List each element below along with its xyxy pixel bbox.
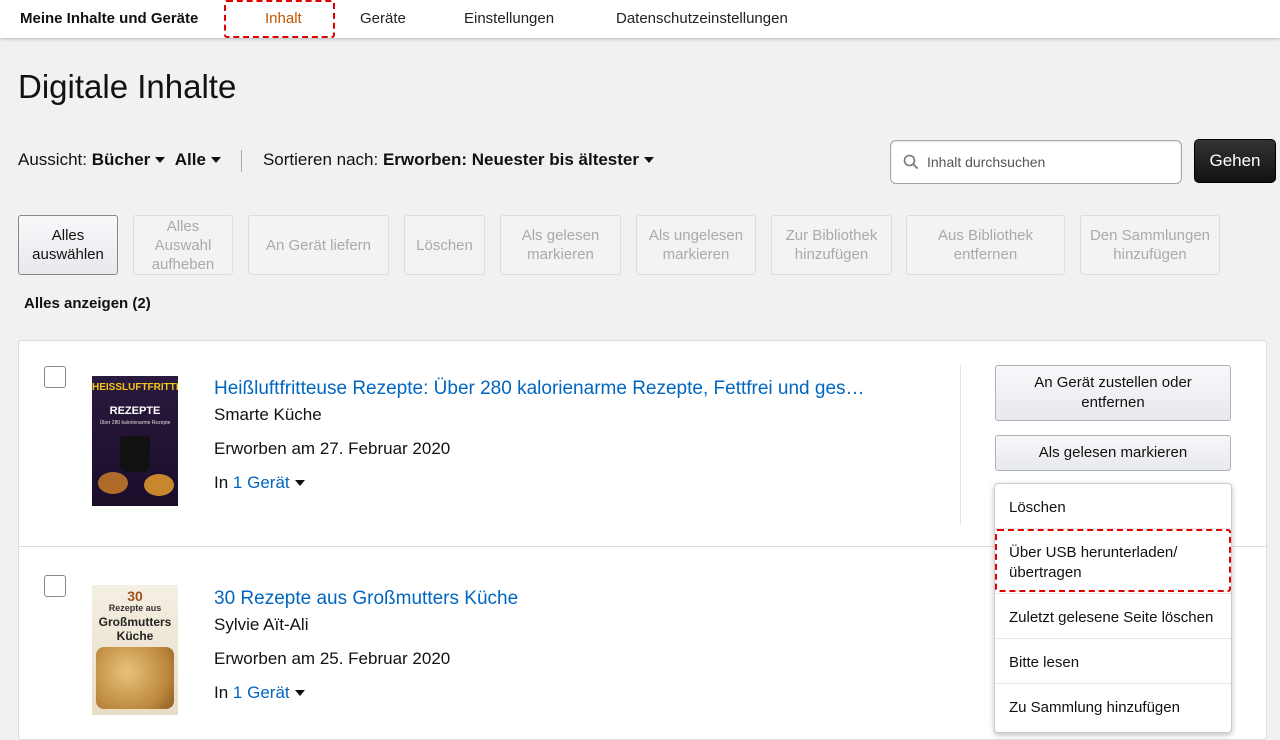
page-title: Digitale Inhalte <box>18 68 237 105</box>
devices-info: In 1 Gerät <box>214 683 305 703</box>
chevron-down-icon <box>294 479 305 486</box>
chevron-down-icon <box>644 156 654 163</box>
search-icon <box>903 154 919 170</box>
food-image <box>144 474 174 496</box>
mark-as-read-button[interactable]: Als gelesen markieren <box>995 435 1231 471</box>
search-input[interactable] <box>925 153 1169 171</box>
menu-item-add-to-collection[interactable]: Zu Sammlung hinzufügen <box>1009 698 1180 718</box>
column-divider <box>960 365 961 525</box>
add-to-library-button[interactable]: Zur Bibliothek hinzufügen <box>771 215 892 275</box>
go-button[interactable]: Gehen <box>1194 139 1276 183</box>
scope-dropdown[interactable]: Alle <box>175 150 221 170</box>
tab-datenschutzeinstellungen[interactable]: Datenschutzeinstellungen <box>616 10 788 27</box>
menu-item-delete[interactable]: Löschen <box>1009 498 1066 518</box>
devices-dropdown[interactable]: 1 Gerät <box>233 473 305 492</box>
chevron-down-icon <box>294 689 305 696</box>
devices-dropdown[interactable]: 1 Gerät <box>233 683 305 702</box>
remove-from-library-button[interactable]: Aus Bibliothek entfernen <box>906 215 1065 275</box>
highlight-tab-inhalt <box>224 0 335 38</box>
highlight-usb-download <box>995 529 1231 592</box>
nav-brand[interactable]: Meine Inhalte und Geräte <box>20 10 198 27</box>
air-fryer-image <box>120 436 150 472</box>
filter-bar: Aussicht: Bücher Alle Sortieren nach: Er… <box>18 150 654 170</box>
book-title-link[interactable]: 30 Rezepte aus Großmutters Küche <box>214 588 518 610</box>
item-checkbox[interactable] <box>44 366 66 388</box>
show-all-count: Alles anzeigen (2) <box>24 295 151 312</box>
menu-item-please-read[interactable]: Bitte lesen <box>1009 653 1079 673</box>
sort-dropdown[interactable]: Erworben: Neuester bis ältester <box>383 150 654 170</box>
deselect-all-button[interactable]: Alles Auswahl aufheben <box>133 215 233 275</box>
menu-item-clear-last-page[interactable]: Zuletzt gelesene Seite löschen <box>1009 608 1213 628</box>
tab-geraete[interactable]: Geräte <box>360 10 406 27</box>
top-nav: Meine Inhalte und Geräte Inhalt Geräte E… <box>0 0 1280 38</box>
mark-unread-button[interactable]: Als ungelesen markieren <box>636 215 756 275</box>
delete-button[interactable]: Löschen <box>404 215 485 275</box>
add-to-collections-button[interactable]: Den Sammlungen hinzufügen <box>1080 215 1220 275</box>
food-image <box>96 647 174 709</box>
item-checkbox[interactable] <box>44 575 66 597</box>
chevron-down-icon <box>210 156 221 163</box>
deliver-to-device-button[interactable]: An Gerät liefern <box>248 215 389 275</box>
book-author: Sylvie Aït-Ali <box>214 615 309 634</box>
deliver-or-remove-button[interactable]: An Gerät zustellen oder entfernen <box>995 365 1231 421</box>
food-image <box>98 472 128 494</box>
search-box[interactable] <box>890 140 1182 184</box>
mark-read-button[interactable]: Als gelesen markieren <box>500 215 621 275</box>
book-author: Smarte Küche <box>214 405 322 424</box>
acquired-date: Erworben am 27. Februar 2020 <box>214 439 451 458</box>
select-all-button[interactable]: Alles auswählen <box>18 215 118 275</box>
acquired-date: Erworben am 25. Februar 2020 <box>214 649 451 668</box>
book-cover[interactable]: HEISSLUFTFRITTEUSE REZEPTE Über 280 kalo… <box>92 376 178 506</box>
devices-info: In 1 Gerät <box>214 473 305 493</box>
chevron-down-icon <box>155 156 166 163</box>
book-title-link[interactable]: Heißluftfritteuse Rezepte: Über 280 kalo… <box>214 378 865 400</box>
more-actions-menu: Löschen Über USB herunterladen/übertrage… <box>994 483 1232 733</box>
view-dropdown[interactable]: Bücher <box>92 150 166 170</box>
book-cover[interactable]: 30 Rezepte aus Großmutters Küche <box>92 585 178 715</box>
view-label: Aussicht: <box>18 150 87 169</box>
tab-einstellungen[interactable]: Einstellungen <box>464 10 554 27</box>
sort-label: Sortieren nach: <box>262 150 379 169</box>
filter-divider <box>241 150 242 172</box>
